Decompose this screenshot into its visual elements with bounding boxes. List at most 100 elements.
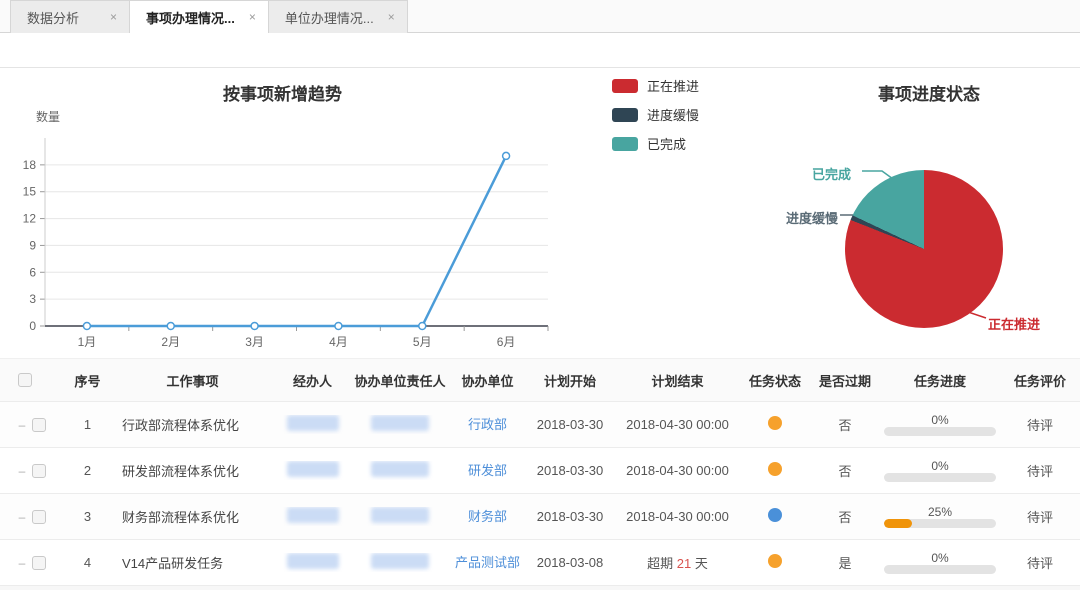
svg-text:18: 18 [23, 158, 37, 172]
header-work-item: 工作事项 [166, 373, 219, 389]
cell-plan-end: 2018-04-30 00:00 [626, 463, 729, 478]
tree-collapse-icon[interactable]: – [18, 510, 26, 524]
svg-text:12: 12 [23, 212, 37, 226]
co-unit-link[interactable]: 产品测试部 [455, 554, 520, 572]
row-checkbox[interactable] [32, 463, 46, 478]
close-icon[interactable]: × [388, 10, 395, 24]
table-header-row: 序号 工作事项 经办人 协办单位责任人 协办单位 计划开始 计划结束 任务状态 … [0, 358, 1080, 402]
row-checkbox[interactable] [32, 555, 46, 570]
cell-expired: 否 [838, 510, 852, 525]
tab-label: 单位办理情况... [284, 10, 374, 26]
svg-text:2月: 2月 [161, 335, 180, 349]
cell-handler-redacted [286, 415, 339, 431]
line-chart-new-items-trend: 按事项新增趋势 数量 0 3 6 9 12 15 18 1月 2月 3月 4月 5月 6月 [0, 68, 565, 358]
row-checkbox[interactable] [32, 417, 46, 432]
progress-fill [884, 519, 912, 528]
legend-swatch [612, 136, 638, 151]
legend-label: 已完成 [647, 137, 687, 152]
header-expired: 是否过期 [818, 373, 871, 389]
svg-text:6: 6 [29, 265, 36, 279]
header-task-progress: 任务进度 [913, 373, 966, 389]
legend-item-slow[interactable]: 进度缓慢 [612, 105, 699, 124]
tree-collapse-icon[interactable]: – [18, 418, 26, 432]
svg-text:5月: 5月 [413, 335, 432, 349]
cell-plan-end: 2018-04-30 00:00 [626, 509, 729, 524]
tab-label: 事项办理情况... [146, 10, 235, 26]
progress-bar: 0% [884, 413, 996, 436]
cell-unit-manager-redacted [371, 461, 429, 477]
svg-text:3月: 3月 [245, 335, 264, 349]
progress-label: 0% [931, 413, 949, 427]
tree-collapse-icon[interactable]: – [18, 464, 26, 478]
header-handler: 经办人 [292, 373, 332, 389]
legend-item-running[interactable]: 正在推进 [612, 76, 699, 95]
legend-item-done[interactable]: 已完成 [612, 134, 699, 153]
select-all-checkbox[interactable] [18, 373, 32, 387]
cell-evaluation: 待评 [1026, 464, 1053, 479]
close-icon[interactable]: × [249, 10, 256, 24]
legend-swatch [612, 78, 638, 93]
cell-unit-manager-redacted [371, 507, 429, 523]
co-unit-link[interactable]: 财务部 [468, 508, 507, 526]
close-icon[interactable]: × [110, 10, 117, 24]
bottom-strip [0, 586, 1080, 590]
cell-handler-redacted [286, 461, 339, 477]
cell-plan-start: 2018-03-08 [536, 555, 604, 570]
svg-text:4月: 4月 [329, 335, 348, 349]
svg-text:15: 15 [23, 185, 37, 199]
tab-label: 数据分析 [27, 10, 80, 26]
line-chart-title: 按事项新增趋势 [223, 85, 342, 104]
progress-label: 0% [931, 459, 949, 473]
legend-label: 正在推进 [647, 79, 700, 94]
legend-swatch [612, 107, 638, 122]
status-dot-icon [768, 416, 782, 430]
cell-expired: 否 [838, 464, 852, 479]
row-checkbox[interactable] [32, 509, 46, 524]
tab-bar: 数据分析 × 事项办理情况... × 单位办理情况... × [0, 0, 1080, 34]
cell-plan-end: 超期 21 天 [647, 556, 708, 571]
cell-work-item: 行政部流程体系优化 [122, 418, 240, 433]
pie-graphic[interactable] [845, 170, 1003, 328]
progress-track [884, 565, 996, 574]
cell-plan-end: 2018-04-30 00:00 [626, 417, 729, 432]
table-row: – 3 财务部流程体系优化 财务部 2018-03-30 2018-04-30 … [0, 494, 1080, 540]
progress-track [884, 427, 996, 436]
status-dot-icon [768, 462, 782, 476]
cell-work-item: 财务部流程体系优化 [122, 510, 240, 525]
tab-unit-handling[interactable]: 单位办理情况... × [268, 0, 408, 33]
progress-label: 0% [931, 551, 949, 565]
svg-text:0: 0 [29, 319, 36, 333]
header-plan-end: 计划结束 [651, 373, 704, 389]
progress-label: 25% [927, 505, 953, 519]
table-row: – 1 行政部流程体系优化 行政部 2018-03-30 2018-04-30 … [0, 402, 1080, 448]
header-plan-start: 计划开始 [543, 373, 596, 389]
cell-work-item: V14产品研发任务 [122, 556, 224, 571]
table-row: – 2 研发部流程体系优化 研发部 2018-03-30 2018-04-30 … [0, 448, 1080, 494]
header-task-eval: 任务评价 [1013, 373, 1066, 389]
tab-item-handling[interactable]: 事项办理情况... × [130, 0, 269, 34]
co-unit-link[interactable]: 行政部 [468, 416, 507, 434]
cell-seq: 2 [83, 463, 92, 478]
cell-plan-start: 2018-03-30 [536, 417, 604, 432]
pie-label-slow: 进度缓慢 [786, 211, 839, 226]
overdue-days: 21 [676, 556, 692, 571]
cell-unit-manager-redacted [371, 415, 429, 431]
task-table: 序号 工作事项 经办人 协办单位责任人 协办单位 计划开始 计划结束 任务状态 … [0, 358, 1080, 586]
progress-track [884, 473, 996, 482]
line-chart-plot: 0 3 6 9 12 15 18 1月 2月 3月 4月 5月 6月 [0, 126, 565, 363]
cell-expired: 是 [838, 556, 852, 571]
cell-handler-redacted [286, 553, 339, 569]
co-unit-link[interactable]: 研发部 [468, 462, 507, 480]
svg-text:3: 3 [29, 292, 36, 306]
header-seq: 序号 [74, 373, 101, 389]
status-dot-icon [768, 554, 782, 568]
header-unit-manager: 协办单位责任人 [354, 373, 446, 389]
tab-data-analysis[interactable]: 数据分析 × [10, 0, 130, 33]
legend-label: 进度缓慢 [647, 108, 700, 123]
cell-seq: 1 [83, 417, 92, 432]
cell-expired: 否 [838, 418, 852, 433]
progress-bar: 25% [884, 505, 996, 528]
chart-legend: 正在推进 进度缓慢 已完成 [612, 76, 699, 153]
y-axis-name: 数量 [36, 110, 61, 124]
tree-collapse-icon[interactable]: – [18, 556, 26, 570]
